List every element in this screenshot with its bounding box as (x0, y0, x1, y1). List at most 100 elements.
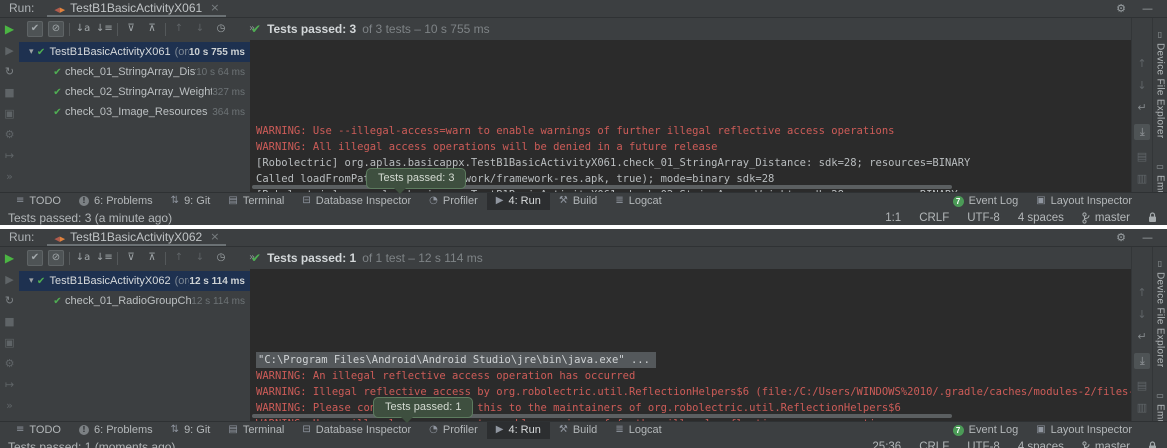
run-tab[interactable]: ◀▶ TestB1BasicActivityX062 × (47, 229, 226, 246)
statusbar-database-inspector[interactable]: ⊟ Database Inspector (293, 193, 420, 210)
statusbar-layout-inspector[interactable]: ▣ Layout Inspector (1027, 422, 1141, 439)
statusbar-todo[interactable]: ≡ TODO (7, 193, 70, 210)
test-history-button[interactable]: ◷ (213, 21, 229, 37)
statusbar-logcat[interactable]: ≣ Logcat (606, 193, 670, 210)
statusbar-profiler[interactable]: ◔ Profiler (420, 193, 487, 210)
test-settings-button[interactable]: ⚙ (5, 129, 15, 140)
hide-window-icon[interactable]: — (1142, 2, 1153, 15)
run-tab[interactable]: ◀▶ TestB1BasicActivityX061 × (47, 0, 226, 17)
git-branch[interactable]: master (1082, 212, 1130, 224)
previous-occurrence-button[interactable]: ↑ (171, 21, 187, 37)
stop-button[interactable]: ■ (4, 87, 14, 98)
hide-window-icon[interactable]: — (1142, 231, 1153, 244)
rerun-button[interactable]: ▶ (5, 23, 14, 35)
up-stack-trace-icon[interactable]: ↑ (1137, 58, 1146, 69)
scroll-to-end-toggle[interactable]: ⇥ (1134, 124, 1150, 140)
statusbar-git[interactable]: ⇅ 9: Git (162, 193, 220, 210)
tool-device-file-explorer[interactable]: ▯ Device File Explorer (1155, 30, 1166, 138)
statusbar-problems[interactable]: ! 6: Problems (70, 193, 162, 210)
next-occurrence-button[interactable]: ↓ (192, 21, 208, 37)
sort-by-duration-button[interactable]: ↓≡ (96, 250, 112, 266)
stop-button[interactable]: ■ (4, 316, 14, 327)
test-tree-root[interactable]: ▾ ✔ TestB1BasicActivityX061 (org.aplas.t… (19, 42, 250, 62)
expand-all-button[interactable]: ⊽ (123, 250, 139, 266)
test-tree-item[interactable]: ✔ check_02_StringArray_Weight 327 ms (19, 82, 250, 102)
test-history-button[interactable]: ◷ (213, 250, 229, 266)
soft-wrap-toggle[interactable]: ↵ (1137, 102, 1146, 113)
sort-by-duration-button[interactable]: ↓≡ (96, 21, 112, 37)
gear-icon[interactable]: ⚙ (1116, 2, 1126, 15)
toolbar-divider[interactable] (69, 23, 70, 36)
show-passed-toggle[interactable]: ✔ (27, 250, 43, 266)
scroll-to-end-toggle[interactable]: ⇥ (1134, 353, 1150, 369)
print-button[interactable]: ▤ (1137, 380, 1147, 391)
rerun-button[interactable]: ▶ (5, 252, 14, 264)
rerun-failed-tests-button[interactable]: ▶ (5, 45, 13, 56)
toolbar-divider[interactable] (117, 23, 118, 36)
test-tree-item[interactable]: ✔ check_03_Image_Resources 364 ms (19, 102, 250, 122)
down-stack-trace-icon[interactable]: ↓ (1137, 80, 1146, 91)
soft-wrap-toggle[interactable]: ↵ (1137, 331, 1146, 342)
clear-console-button[interactable]: ▥ (1137, 402, 1147, 413)
statusbar-logcat[interactable]: ≣ Logcat (606, 422, 670, 439)
caret-position[interactable]: 1:1 (885, 212, 901, 224)
statusbar-terminal[interactable]: ▤ Terminal (219, 193, 293, 210)
line-separator[interactable]: CRLF (919, 441, 949, 448)
statusbar-build[interactable]: ⚒ Build (550, 193, 606, 210)
indent-setting[interactable]: 4 spaces (1018, 441, 1064, 448)
toolbar-divider[interactable] (69, 252, 70, 265)
next-occurrence-button[interactable]: ↓ (192, 250, 208, 266)
collapse-all-button[interactable]: ⊼ (144, 21, 160, 37)
toolbar-divider[interactable] (165, 23, 166, 36)
exit-button[interactable]: ↦ (5, 379, 14, 390)
statusbar-run[interactable]: ▶ 4: Run (487, 193, 550, 210)
horizontal-scrollbar[interactable] (252, 185, 952, 189)
statusbar-terminal[interactable]: ▤ Terminal (219, 422, 293, 439)
more-actions-button[interactable]: » (6, 171, 13, 182)
statusbar-todo[interactable]: ≡ TODO (7, 422, 70, 439)
caret-position[interactable]: 25:36 (872, 441, 901, 448)
more-actions-button[interactable]: » (6, 400, 13, 411)
git-branch[interactable]: master (1082, 441, 1130, 448)
statusbar-event-log[interactable]: 7 Event Log (944, 422, 1028, 439)
down-stack-trace-icon[interactable]: ↓ (1137, 309, 1146, 320)
test-tree-root[interactable]: ▾ ✔ TestB1BasicActivityX062 (org.aplas.t… (19, 271, 250, 291)
test-tree-item[interactable]: ✔ check_01_StringArray_Distance 10 s 64 … (19, 62, 250, 82)
screenshot-button[interactable]: ▣ (4, 337, 14, 348)
expand-all-button[interactable]: ⊽ (123, 21, 139, 37)
show-ignored-toggle[interactable]: ⊘ (48, 250, 64, 266)
tool-device-file-explorer[interactable]: ▯ Device File Explorer (1155, 259, 1166, 367)
sort-alphabetically-button[interactable]: ↓a (75, 21, 91, 37)
statusbar-profiler[interactable]: ◔ Profiler (420, 422, 487, 439)
statusbar-build[interactable]: ⚒ Build (550, 422, 606, 439)
toolbar-divider[interactable] (117, 252, 118, 265)
statusbar-git[interactable]: ⇅ 9: Git (162, 422, 220, 439)
show-ignored-toggle[interactable]: ⊘ (48, 21, 64, 37)
statusbar-layout-inspector[interactable]: ▣ Layout Inspector (1027, 193, 1141, 210)
tool-emulator[interactable]: ▭ Emulator (1155, 391, 1166, 421)
statusbar-database-inspector[interactable]: ⊟ Database Inspector (293, 422, 420, 439)
close-tab-icon[interactable]: × (210, 1, 219, 14)
test-tree-item[interactable]: ✔ check_01_RadioGroupChange 12 s 114 ms (19, 291, 250, 311)
horizontal-scrollbar[interactable] (252, 414, 952, 418)
test-settings-button[interactable]: ⚙ (5, 358, 15, 369)
line-separator[interactable]: CRLF (919, 212, 949, 224)
tool-emulator[interactable]: ▭ Emulator (1155, 162, 1166, 192)
toggle-auto-test-button[interactable]: ↻ (5, 66, 14, 77)
previous-occurrence-button[interactable]: ↑ (171, 250, 187, 266)
exit-button[interactable]: ↦ (5, 150, 14, 161)
print-button[interactable]: ▤ (1137, 151, 1147, 162)
screenshot-button[interactable]: ▣ (4, 108, 14, 119)
indent-setting[interactable]: 4 spaces (1018, 212, 1064, 224)
show-passed-toggle[interactable]: ✔ (27, 21, 43, 37)
statusbar-event-log[interactable]: 7 Event Log (944, 193, 1028, 210)
toolbar-divider[interactable] (165, 252, 166, 265)
toggle-auto-test-button[interactable]: ↻ (5, 295, 14, 306)
gear-icon[interactable]: ⚙ (1116, 231, 1126, 244)
statusbar-run[interactable]: ▶ 4: Run (487, 422, 550, 439)
close-tab-icon[interactable]: × (210, 230, 219, 243)
collapse-all-button[interactable]: ⊼ (144, 250, 160, 266)
file-encoding[interactable]: UTF-8 (967, 441, 1000, 448)
rerun-failed-tests-button[interactable]: ▶ (5, 274, 13, 285)
file-encoding[interactable]: UTF-8 (967, 212, 1000, 224)
